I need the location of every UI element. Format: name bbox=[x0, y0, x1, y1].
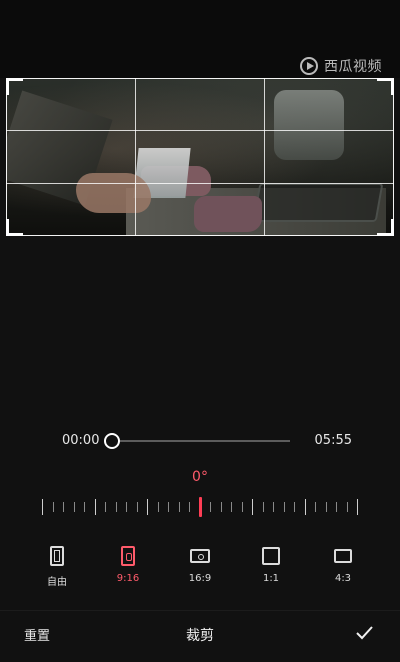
ratio-label: 16:9 bbox=[188, 573, 212, 584]
timeline-scrubber[interactable] bbox=[104, 433, 120, 449]
ruler-tick bbox=[252, 499, 253, 515]
ratio-option-1-1[interactable]: 1:1 bbox=[241, 545, 301, 584]
crop-handle-top-left[interactable] bbox=[6, 78, 23, 95]
play-glyph bbox=[198, 554, 204, 560]
ruler-tick bbox=[168, 502, 169, 512]
ratio-icon-wrap bbox=[170, 545, 230, 567]
crop-frame[interactable] bbox=[6, 78, 394, 236]
free-crop-inner bbox=[54, 550, 60, 562]
crop-handle-top-right[interactable] bbox=[377, 78, 394, 95]
ratio-icon-wrap bbox=[313, 545, 373, 567]
page-title: 裁剪 bbox=[186, 628, 214, 644]
ruler-tick bbox=[63, 502, 64, 512]
ruler-tick bbox=[357, 499, 358, 515]
free-crop-icon bbox=[50, 546, 64, 566]
ruler-tick bbox=[284, 502, 285, 512]
ruler-tick bbox=[189, 502, 190, 512]
ratio-option-16-9[interactable]: 16:9 bbox=[170, 545, 230, 584]
ratio-4-3-icon bbox=[334, 549, 352, 563]
ruler-tick bbox=[326, 502, 327, 512]
confirm-button[interactable] bbox=[354, 625, 374, 641]
ratio-label: 9:16 bbox=[116, 573, 140, 584]
ratio-icon-wrap bbox=[27, 545, 87, 567]
ruler-tick bbox=[221, 502, 222, 512]
ruler-tick bbox=[137, 502, 138, 512]
watermark-text: 西瓜视频 bbox=[324, 59, 382, 75]
ratio-option-9-16[interactable]: 9:16 bbox=[98, 545, 158, 584]
video-crop-area[interactable] bbox=[6, 78, 394, 236]
ratio-option-4-3[interactable]: 4:3 bbox=[313, 545, 373, 584]
ratio-icon-wrap bbox=[241, 545, 301, 567]
ratio-icon-wrap bbox=[98, 545, 158, 567]
current-time: 00:00 bbox=[62, 433, 100, 448]
ruler-tick bbox=[158, 502, 159, 512]
rotation-angle: 0° bbox=[192, 469, 208, 485]
check-icon bbox=[356, 626, 373, 640]
playback-timeline: 00:00 05:55 bbox=[62, 430, 352, 452]
ratio-label: 1:1 bbox=[262, 573, 280, 584]
ratio-label: 自由 bbox=[47, 577, 67, 588]
rotation-ruler[interactable] bbox=[42, 497, 358, 517]
ruler-tick bbox=[263, 502, 264, 512]
ruler-tick bbox=[179, 502, 180, 512]
ruler-tick bbox=[126, 502, 127, 512]
ruler-tick bbox=[84, 502, 85, 512]
ratio-9-16-icon bbox=[121, 546, 135, 566]
ruler-tick bbox=[231, 502, 232, 512]
ruler-tick bbox=[294, 502, 295, 512]
bottom-bar: 重置 裁剪 bbox=[0, 610, 400, 662]
ratio-option-自由[interactable]: 自由 bbox=[27, 545, 87, 588]
ruler-tick bbox=[242, 502, 243, 512]
ruler-tick bbox=[95, 499, 96, 515]
rotation-marker[interactable] bbox=[199, 497, 202, 517]
ruler-tick bbox=[210, 502, 211, 512]
total-duration: 05:55 bbox=[314, 433, 352, 448]
ruler-tick bbox=[347, 502, 348, 512]
ruler-tick bbox=[305, 499, 306, 515]
ratio-16-9-icon bbox=[190, 549, 210, 563]
ruler-tick bbox=[105, 502, 106, 512]
ruler-tick bbox=[42, 499, 43, 515]
ruler-tick bbox=[53, 502, 54, 512]
ruler-tick bbox=[336, 502, 337, 512]
ruler-tick bbox=[273, 502, 274, 512]
timeline-track[interactable] bbox=[112, 440, 290, 442]
ratio-1-1-icon bbox=[262, 547, 280, 565]
watermark: 西瓜视频 bbox=[300, 56, 382, 76]
ruler-tick bbox=[147, 499, 148, 515]
ruler-tick bbox=[74, 502, 75, 512]
crop-handle-bottom-left[interactable] bbox=[6, 219, 23, 236]
ratio-label: 4:3 bbox=[334, 573, 352, 584]
crop-handle-bottom-right[interactable] bbox=[377, 219, 394, 236]
xigua-logo-icon bbox=[300, 57, 318, 75]
tiktok-glyph bbox=[126, 553, 132, 561]
ruler-tick bbox=[315, 502, 316, 512]
aspect-ratio-options: 自由 9:16 16:9 1:1 4:3 bbox=[0, 545, 400, 595]
ruler-tick bbox=[116, 502, 117, 512]
